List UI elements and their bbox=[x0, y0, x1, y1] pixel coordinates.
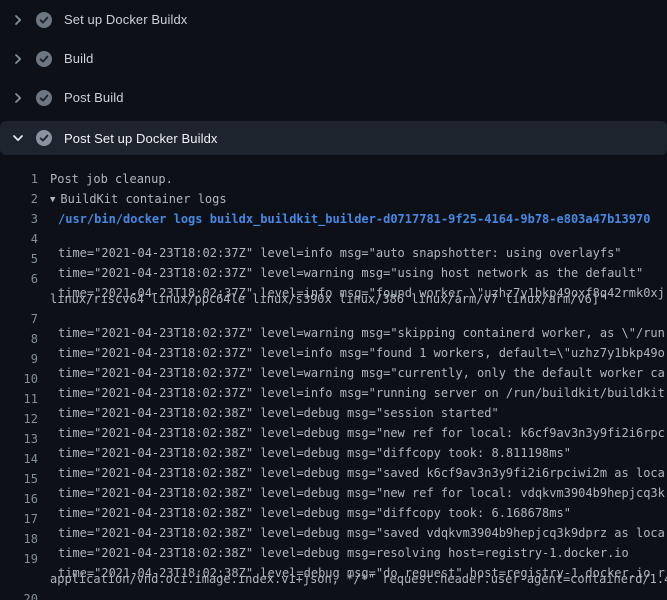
log-line-row: 20 time="2021-04-23T18:02:38Z" level=debu… bbox=[0, 589, 667, 600]
line-number bbox=[0, 289, 38, 309]
log-line-row: 1 Post job cleanup. bbox=[0, 169, 667, 189]
chevron-right-icon bbox=[10, 51, 26, 67]
log-line-row: 13 time="2021-04-23T18:02:38Z" level=debu… bbox=[0, 429, 667, 449]
line-number[interactable]: 7 bbox=[0, 309, 38, 329]
line-number[interactable]: 6 bbox=[0, 269, 38, 289]
step-row-post-build[interactable]: Post Build bbox=[0, 78, 667, 117]
log-text: time="2021-04-23T18:02:38Z" level=debug … bbox=[58, 589, 665, 600]
log-line-row: 12 time="2021-04-23T18:02:38Z" level=debu… bbox=[0, 409, 667, 429]
steps-list: Set up Docker Buildx Build Post Build bbox=[0, 0, 667, 155]
log-text: time="2021-04-23T18:02:38Z" level=debug … bbox=[58, 509, 665, 529]
log-line-row: 8 time="2021-04-23T18:02:37Z" level=info … bbox=[0, 329, 667, 349]
line-number[interactable]: 14 bbox=[0, 449, 38, 469]
log-wrap-row: linux/riscv64 linux/ppc64le linux/s390x … bbox=[0, 289, 667, 309]
line-number[interactable]: 13 bbox=[0, 429, 38, 449]
line-number[interactable]: 19 bbox=[0, 549, 38, 569]
line-number[interactable]: 9 bbox=[0, 349, 38, 369]
line-number[interactable]: 10 bbox=[0, 369, 38, 389]
log-line-row: 19 time="2021-04-23T18:02:38Z" level=debu… bbox=[0, 549, 667, 569]
line-number[interactable]: 11 bbox=[0, 389, 38, 409]
log-text: time="2021-04-23T18:02:37Z" level=info m… bbox=[58, 369, 665, 389]
log-text: time="2021-04-23T18:02:38Z" level=debug … bbox=[58, 409, 665, 429]
log-text: time="2021-04-23T18:02:38Z" level=debug … bbox=[58, 429, 571, 449]
log-line-row: 10 time="2021-04-23T18:02:37Z" level=info… bbox=[0, 369, 667, 389]
log-text: time="2021-04-23T18:02:38Z" level=debug … bbox=[58, 549, 665, 569]
log-wrap-row: application/vnd.oci.image.index.v1+json,… bbox=[0, 569, 667, 589]
log-text: Post job cleanup. bbox=[50, 169, 173, 189]
workflow-log-panel: Set up Docker Buildx Build Post Build bbox=[0, 0, 667, 600]
line-number[interactable]: 8 bbox=[0, 329, 38, 349]
group-toggle[interactable]: ▼ BuildKit container logs bbox=[50, 189, 227, 209]
line-number[interactable]: 4 bbox=[0, 229, 38, 249]
line-number[interactable]: 16 bbox=[0, 489, 38, 509]
log-text: time="2021-04-23T18:02:38Z" level=debug … bbox=[58, 389, 499, 409]
log-text: time="2021-04-23T18:02:37Z" level=info m… bbox=[58, 269, 665, 289]
line-number[interactable]: 12 bbox=[0, 409, 38, 429]
log-text: time="2021-04-23T18:02:38Z" level=debug … bbox=[58, 449, 665, 469]
log-line-row: 14 time="2021-04-23T18:02:38Z" level=debu… bbox=[0, 449, 667, 469]
command-text: /usr/bin/docker logs buildx_buildkit_bui… bbox=[58, 209, 650, 229]
log-text: time="2021-04-23T18:02:37Z" level=warnin… bbox=[58, 349, 665, 369]
line-number bbox=[0, 569, 38, 589]
log-text: time="2021-04-23T18:02:38Z" level=debug … bbox=[58, 529, 629, 549]
step-title: Set up Docker Buildx bbox=[64, 12, 187, 27]
log-text: time="2021-04-23T18:02:37Z" level=info m… bbox=[58, 329, 665, 349]
log-line-row: 17 time="2021-04-23T18:02:38Z" level=debu… bbox=[0, 509, 667, 529]
log-text: application/vnd.oci.image.index.v1+json,… bbox=[50, 569, 667, 589]
line-number[interactable]: 3 bbox=[0, 209, 38, 229]
step-title: Post Set up Docker Buildx bbox=[64, 131, 218, 146]
log-line-row: 18 time="2021-04-23T18:02:38Z" level=debu… bbox=[0, 529, 667, 549]
line-number[interactable]: 20 bbox=[0, 589, 38, 600]
log-line-row: 5 time="2021-04-23T18:02:37Z" level=warni… bbox=[0, 249, 667, 269]
check-circle-icon bbox=[36, 51, 52, 67]
log-text: time="2021-04-23T18:02:37Z" level=warnin… bbox=[58, 309, 665, 329]
line-number[interactable]: 18 bbox=[0, 529, 38, 549]
step-title: Build bbox=[64, 51, 93, 66]
log-line-row: 16 time="2021-04-23T18:02:38Z" level=debu… bbox=[0, 489, 667, 509]
line-number[interactable]: 1 bbox=[0, 169, 38, 189]
line-number[interactable]: 17 bbox=[0, 509, 38, 529]
log-line-row: 15 time="2021-04-23T18:02:38Z" level=debu… bbox=[0, 469, 667, 489]
log-line-row: 6 time="2021-04-23T18:02:37Z" level=info … bbox=[0, 269, 667, 289]
chevron-down-icon bbox=[10, 130, 26, 146]
group-label: BuildKit container logs bbox=[60, 192, 226, 206]
log-lines: 1 Post job cleanup. 2 ▼ BuildKit container l… bbox=[0, 155, 667, 600]
step-row-set-up-docker-buildx[interactable]: Set up Docker Buildx bbox=[0, 0, 667, 39]
log-line-row: 7 time="2021-04-23T18:02:37Z" level=warni… bbox=[0, 309, 667, 329]
log-text: time="2021-04-23T18:02:38Z" level=debug … bbox=[58, 489, 571, 509]
check-circle-icon bbox=[36, 130, 52, 146]
step-row-build[interactable]: Build bbox=[0, 39, 667, 78]
chevron-right-icon bbox=[10, 12, 26, 28]
line-number[interactable]: 2 bbox=[0, 189, 38, 209]
log-line-row: 4 time="2021-04-23T18:02:37Z" level=info … bbox=[0, 229, 667, 249]
check-circle-icon bbox=[36, 90, 52, 106]
log-group-header-row: 2 ▼ BuildKit container logs bbox=[0, 189, 667, 209]
log-text: time="2021-04-23T18:02:38Z" level=debug … bbox=[58, 469, 665, 489]
log-text: time="2021-04-23T18:02:37Z" level=info m… bbox=[58, 229, 622, 249]
log-line-row: 3/usr/bin/docker logs buildx_buildkit_bu… bbox=[0, 209, 667, 229]
step-row-post-set-up-docker-buildx[interactable]: Post Set up Docker Buildx bbox=[0, 121, 667, 155]
step-title: Post Build bbox=[64, 90, 124, 105]
log-text: time="2021-04-23T18:02:37Z" level=warnin… bbox=[58, 249, 643, 269]
log-line-row: 9 time="2021-04-23T18:02:37Z" level=warni… bbox=[0, 349, 667, 369]
line-number[interactable]: 15 bbox=[0, 469, 38, 489]
chevron-right-icon bbox=[10, 90, 26, 106]
line-number[interactable]: 5 bbox=[0, 249, 38, 269]
check-circle-icon bbox=[36, 12, 52, 28]
log-text: linux/riscv64 linux/ppc64le linux/s390x … bbox=[50, 289, 606, 309]
group-expanded-triangle-icon: ▼ bbox=[50, 190, 55, 210]
